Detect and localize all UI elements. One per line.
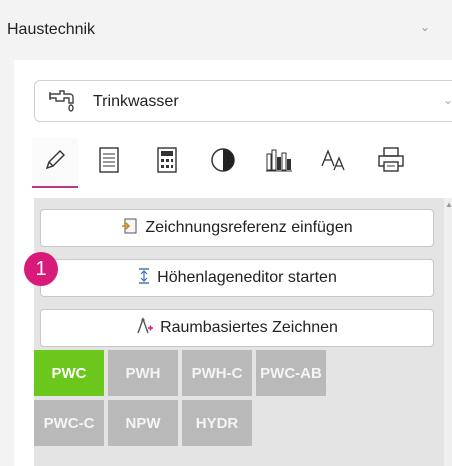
tab-drawing[interactable] — [32, 138, 78, 188]
faucet-icon — [47, 88, 77, 121]
insert-drawing-reference-button[interactable]: Zeichnungsreferenz einfügen — [40, 209, 434, 247]
tool-tab-bar — [32, 138, 452, 192]
tab-list[interactable] — [86, 138, 132, 186]
system-chip-npw[interactable]: NPW — [108, 400, 178, 446]
system-chip-pwc-c[interactable]: PWC-C — [34, 400, 104, 446]
panel-title: Haustechnik — [7, 21, 96, 38]
scroll-up-arrow-icon[interactable]: ▲ — [445, 200, 452, 209]
calculator-icon — [156, 146, 178, 178]
tab-text-format[interactable] — [312, 138, 358, 186]
room-drawing-icon — [136, 316, 160, 340]
room-based-drawing-label: Raumbasiertes Zeichnen — [160, 319, 338, 336]
panel-header[interactable]: Haustechnik ⌄ — [0, 0, 452, 60]
list-icon — [98, 146, 120, 178]
chevron-down-icon: ⌄ — [443, 93, 452, 107]
insert-drawing-reference-label: Zeichnungsreferenz einfügen — [145, 219, 353, 236]
tab-calculation[interactable] — [144, 138, 190, 186]
callout-number-badge: 1 — [24, 252, 58, 286]
vertical-scrollbar[interactable]: ▲ — [444, 198, 452, 466]
system-chip-pwc[interactable]: PWC — [34, 350, 104, 396]
bar-chart-icon — [265, 148, 293, 177]
system-chip-pwh-c[interactable]: PWH-C — [182, 350, 252, 396]
pie-chart-icon — [210, 147, 236, 178]
start-height-editor-label: Höhenlageneditor starten — [157, 269, 337, 286]
room-based-drawing-button[interactable]: Raumbasiertes Zeichnen — [40, 309, 434, 347]
system-type-value: Trinkwasser — [93, 93, 179, 110]
tab-statistics[interactable] — [200, 138, 246, 186]
system-type-dropdown[interactable]: Trinkwasser ⌄ — [34, 80, 452, 122]
height-editor-icon — [137, 267, 157, 290]
tab-charts[interactable] — [256, 138, 302, 186]
drawing-reference-icon — [121, 217, 145, 240]
tab-print[interactable] — [368, 138, 414, 186]
text-size-icon — [320, 148, 350, 177]
chevron-down-icon[interactable]: ⌄ — [420, 20, 430, 34]
tab-content-area: Zeichnungsreferenz einfügen Höhenlagened… — [34, 198, 452, 466]
system-chip-pwh[interactable]: PWH — [108, 350, 178, 396]
pencil-icon — [43, 148, 67, 177]
system-chip-pwc-ab[interactable]: PWC-AB — [256, 350, 326, 396]
start-height-editor-button[interactable]: Höhenlageneditor starten — [40, 259, 434, 297]
printer-icon — [377, 146, 405, 178]
system-chip-hydr[interactable]: HYDR — [182, 400, 252, 446]
haustechnik-panel: Trinkwasser ⌄ Zeichnungsreferenz einfüge… — [14, 60, 452, 466]
